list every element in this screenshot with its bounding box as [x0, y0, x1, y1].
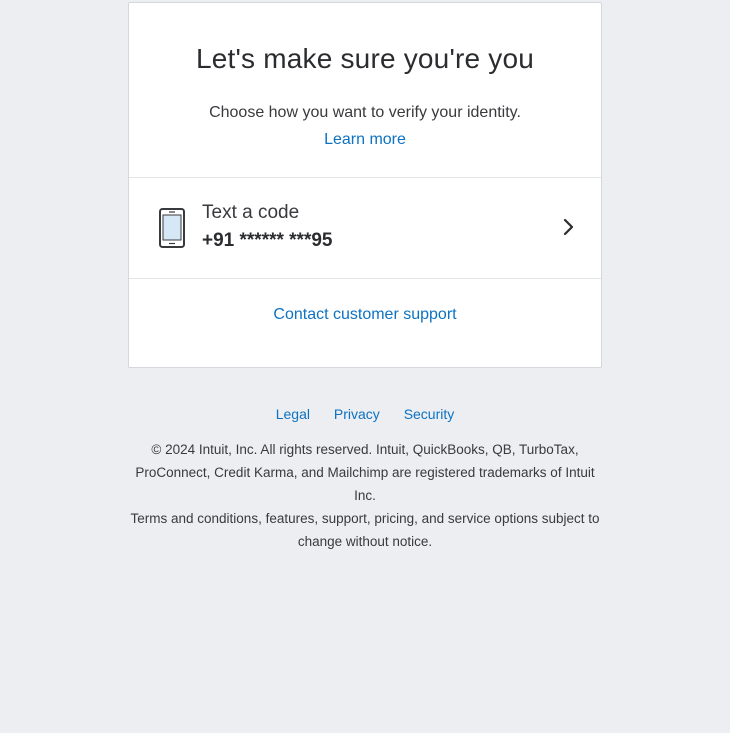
option-label: Text a code [202, 202, 300, 223]
support-row: Contact customer support [129, 279, 601, 367]
terms-text: Terms and conditions, features, support,… [130, 511, 600, 549]
copyright-text: © 2024 Intuit, Inc. All rights reserved.… [135, 442, 595, 503]
footer-link-security[interactable]: Security [404, 406, 455, 422]
learn-more-link[interactable]: Learn more [129, 131, 601, 149]
footer: Legal Privacy Security © 2024 Intuit, In… [128, 406, 602, 553]
footer-link-legal[interactable]: Legal [276, 406, 310, 422]
page-title: Let's make sure you're you [195, 43, 535, 74]
subtitle: Choose how you want to verify your ident… [209, 104, 521, 121]
legal-text: © 2024 Intuit, Inc. All rights reserved.… [128, 438, 602, 553]
chevron-right-icon [563, 218, 574, 236]
masked-phone-number: +91 ****** ***95 [202, 230, 333, 251]
card-header: Let's make sure you're you Choose how yo… [129, 3, 601, 178]
mobile-phone-icon [159, 208, 185, 248]
contact-support-link[interactable]: Contact customer support [129, 306, 601, 324]
footer-links: Legal Privacy Security [128, 406, 602, 422]
footer-link-privacy[interactable]: Privacy [334, 406, 380, 422]
verification-card: Let's make sure you're you Choose how yo… [128, 2, 602, 368]
text-a-code-option[interactable]: Text a code +91 ****** ***95 [129, 178, 601, 279]
